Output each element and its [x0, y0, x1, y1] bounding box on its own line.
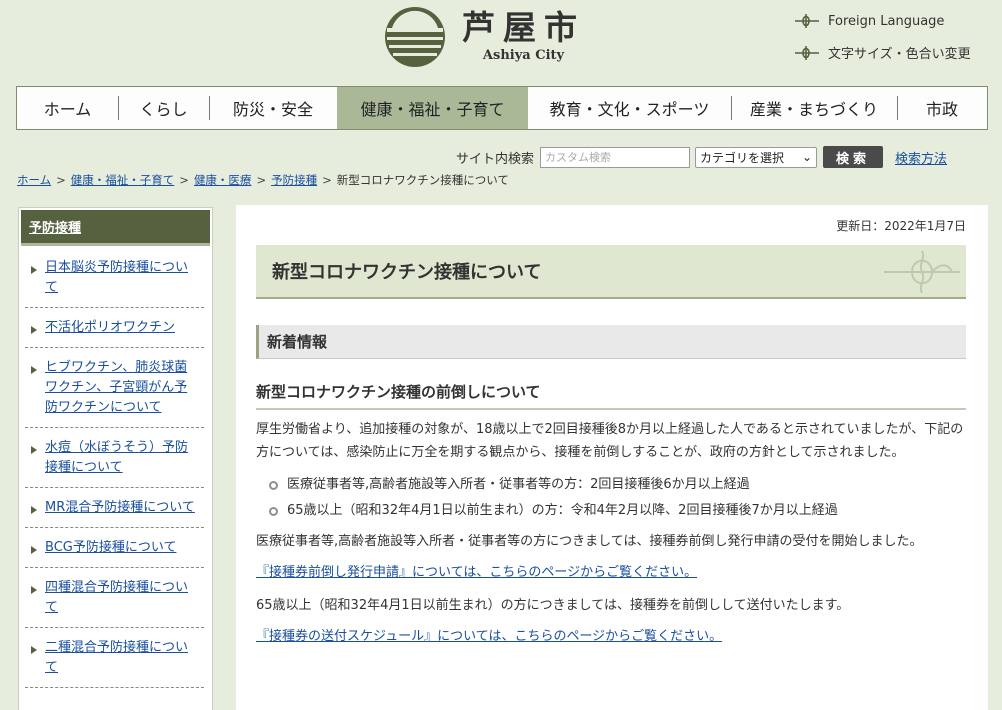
search-label: サイト内検索 — [456, 151, 535, 167]
sidebar-list: 日本脳炎予防接種について 不活化ポリオワクチン ヒブワクチン、肺炎球菌ワクチン、… — [19, 248, 212, 688]
breadcrumb-current: 新型コロナワクチン接種について — [336, 173, 509, 187]
list-item: 65歳以上（昭和32年4月1日以前生まれ）の方：令和4年2月以降、2回目接種後7… — [256, 498, 968, 524]
sidebar-link[interactable]: 四種混合予防接種について — [45, 580, 188, 615]
updated-date: 更新日：2022年1月7日 — [836, 219, 966, 233]
global-nav: ホーム くらし 防災・安全 健康・福祉・子育て 教育・文化・スポーツ 産業・まち… — [16, 86, 988, 130]
nav-kyouiku[interactable]: 教育・文化・スポーツ — [528, 87, 731, 129]
paragraph: 医療従事者等,高齢者施設等入所者・従事者等の方につきましては、接種券前倒し発行申… — [256, 534, 923, 549]
category-select[interactable]: カテゴリを選択 ⌄ — [695, 146, 818, 168]
breadcrumb-kenkou[interactable]: 健康・福祉・子育て — [71, 173, 175, 187]
nav-shisei[interactable]: 市政 — [897, 87, 987, 129]
sidebar-item: 不活化ポリオワクチン — [25, 308, 204, 348]
title-ornament-icon — [884, 250, 960, 294]
sidebar-link[interactable]: 二種混合予防接種について — [45, 640, 188, 675]
sidebar-item: 日本脳炎予防接種について — [25, 248, 204, 308]
search-button[interactable]: 検索 — [823, 146, 884, 168]
category-select-value: カテゴリを選択 — [700, 150, 785, 165]
search-help-link[interactable]: 検索方法 — [895, 148, 947, 167]
sidebar-item: 二種混合予防接種について — [25, 628, 204, 688]
article-body: 厚生労働省より、追加接種の対象が、18歳以上で2回目接種後8か月以上経過した人で… — [256, 418, 968, 658]
text-size-color-link[interactable]: 文字サイズ・色合い変更 — [794, 43, 971, 62]
page-title: 新型コロナワクチン接種について — [256, 245, 966, 299]
foreign-language-link[interactable]: Foreign Language — [794, 12, 944, 30]
foreign-language-label: Foreign Language — [828, 13, 945, 29]
logo-japanese-name: 芦屋市 — [462, 8, 585, 47]
search-input[interactable] — [540, 146, 691, 168]
sidebar-link[interactable]: 日本脳炎予防接種について — [45, 260, 188, 295]
nav-bousai[interactable]: 防災・安全 — [209, 87, 337, 129]
schedule-link[interactable]: 『接種券の送付スケジュール』については、こちらのページからご覧ください。 — [256, 629, 722, 644]
ashiya-logo-icon — [385, 7, 445, 67]
sidebar-item: MR混合予防接種について — [25, 488, 204, 528]
site-search: サイト内検索 カテゴリを選択 ⌄ 検索 検索方法 — [456, 146, 947, 168]
ornament-icon — [795, 45, 819, 60]
sidebar-item: 四種混合予防接種について — [25, 568, 204, 628]
application-link[interactable]: 『接種券前倒し発行申請』については、こちらのページからご覧ください。 — [256, 565, 697, 580]
site-logo[interactable]: 芦屋市 Ashiya City — [384, 6, 594, 72]
sidebar-link[interactable]: BCG予防接種について — [45, 540, 176, 555]
sidebar-link[interactable]: 水痘（水ぼうそう）予防接種について — [45, 440, 188, 475]
sidebar: 予防接種 日本脳炎予防接種について 不活化ポリオワクチン ヒブワクチン、肺炎球菌… — [18, 207, 213, 710]
sidebar-title[interactable]: 予防接種 — [21, 210, 210, 246]
paragraph: 65歳以上（昭和32年4月1日以前生まれ）の方につきましては、接種券を前倒しして… — [256, 598, 850, 613]
nav-kenkou[interactable]: 健康・福祉・子育て — [337, 87, 528, 129]
paragraph: 厚生労働省より、追加接種の対象が、18歳以上で2回目接種後8か月以上経過した人で… — [256, 422, 964, 460]
nav-kurashi[interactable]: くらし — [118, 87, 209, 129]
nav-home[interactable]: ホーム — [17, 87, 118, 129]
sidebar-link[interactable]: ヒブワクチン、肺炎球菌ワクチン、子宮頸がん予防ワクチンについて — [45, 360, 187, 415]
breadcrumb-iryou[interactable]: 健康・医療 — [194, 173, 252, 187]
list-item: 医療従事者等,高齢者施設等入所者・従事者等の方：2回目接種後6か月以上経過 — [256, 472, 968, 498]
breadcrumb-home[interactable]: ホーム — [17, 173, 51, 187]
breadcrumb-yobou[interactable]: 予防接種 — [271, 173, 317, 187]
nav-sangyou[interactable]: 産業・まちづくり — [731, 87, 897, 129]
logo-english-name: Ashiya City — [482, 48, 565, 63]
sidebar-item: ヒブワクチン、肺炎球菌ワクチン、子宮頸がん予防ワクチンについて — [25, 348, 204, 428]
breadcrumb: ホーム > 健康・福祉・子育て > 健康・医療 > 予防接種 > 新型コロナワクチン接種について — [17, 173, 509, 187]
sidebar-link[interactable]: MR混合予防接種について — [45, 500, 195, 515]
main-content: 更新日：2022年1月7日 新型コロナワクチン接種について 新着情報 新型コロナ… — [236, 205, 988, 710]
ornament-icon — [795, 14, 819, 28]
sidebar-link[interactable]: 不活化ポリオワクチン — [45, 320, 175, 335]
bullet-list: 医療従事者等,高齢者施設等入所者・従事者等の方：2回目接種後6か月以上経過 65… — [256, 472, 968, 524]
section-heading-news: 新着情報 — [256, 325, 966, 359]
article-heading: 新型コロナワクチン接種の前倒しについて — [256, 381, 966, 410]
sidebar-item: BCG予防接種について — [25, 528, 204, 568]
sidebar-item: 水痘（水ぼうそう）予防接種について — [25, 428, 204, 488]
text-size-color-label: 文字サイズ・色合い変更 — [828, 47, 971, 62]
chevron-down-icon: ⌄ — [801, 150, 813, 164]
